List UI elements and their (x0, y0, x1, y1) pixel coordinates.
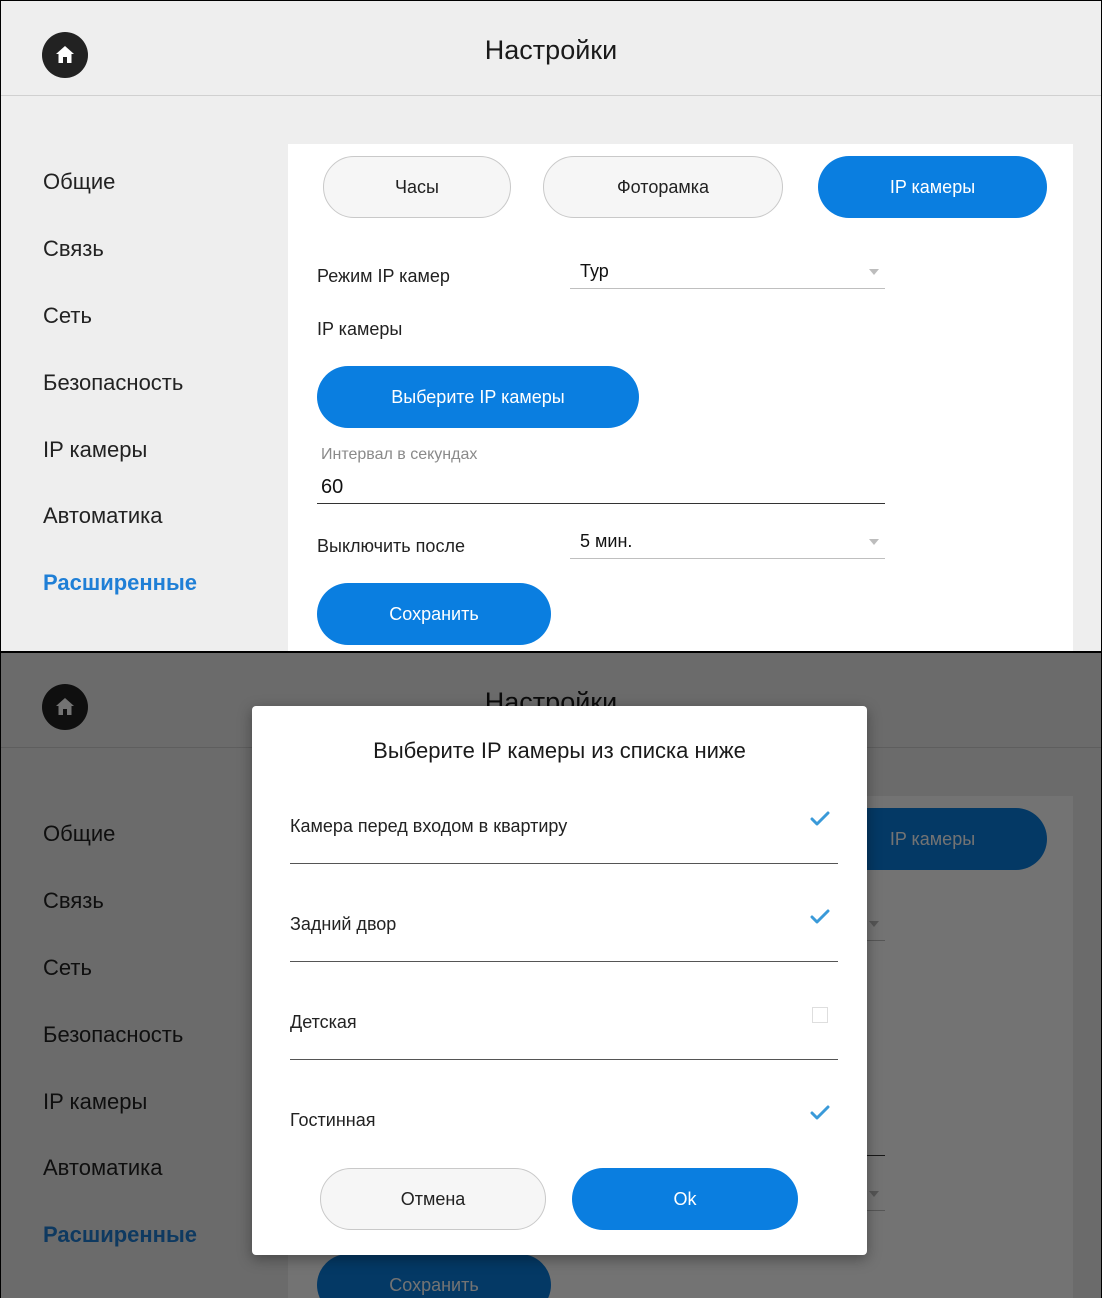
tab-ip-cameras[interactable]: IP камеры (818, 156, 1047, 218)
interval-hint: Интервал в секундах (321, 446, 478, 463)
camera-name: Задний двор (290, 914, 397, 934)
checkmark-icon (810, 909, 830, 924)
camera-name: Камера перед входом в квартиру (290, 816, 568, 836)
sidebar-item-advanced[interactable]: Расширенные (43, 570, 197, 596)
camera-row[interactable]: Задний двор (290, 902, 838, 962)
sidebar-item-network[interactable]: Сеть (43, 303, 92, 329)
sidebar-item-automation[interactable]: Автоматика (43, 503, 163, 529)
turn-off-label: Выключить после (317, 536, 465, 556)
camera-row[interactable]: Гостинная (290, 1098, 838, 1158)
settings-screen: Настройки Общие Связь Сеть Безопасность … (0, 0, 1102, 651)
cancel-button[interactable]: Отмена (320, 1168, 546, 1230)
mode-value: Тур (580, 261, 609, 281)
top-bar: Настройки (1, 1, 1101, 96)
interval-value: 60 (321, 476, 344, 498)
camera-row[interactable]: Детская (290, 1000, 838, 1060)
ok-button[interactable]: Ok (572, 1168, 798, 1230)
camera-row[interactable]: Камера перед входом в квартиру (290, 804, 838, 864)
checkmark-icon (810, 1105, 830, 1120)
mode-label: Режим IP камер (317, 266, 450, 286)
camera-select-dialog: Выберите IP камеры из списка ниже Камера… (252, 706, 867, 1255)
sidebar-item-general[interactable]: Общие (43, 169, 115, 195)
dialog-title: Выберите IP камеры из списка ниже (373, 738, 746, 763)
checkmark-icon (810, 811, 830, 826)
save-button[interactable]: Сохранить (317, 583, 551, 645)
tab-photo-frame[interactable]: Фоторамка (543, 156, 783, 218)
settings-canvas: Настройки Общие Связь Сеть Безопасность … (1, 653, 1101, 1298)
settings-screen-with-dialog: Настройки Общие Связь Сеть Безопасность … (0, 653, 1102, 1298)
cameras-label: IP камеры (317, 319, 403, 339)
sidebar-item-security[interactable]: Безопасность (43, 370, 183, 396)
checkbox-checked[interactable] (810, 1103, 830, 1123)
page-title: Настройки (484, 35, 618, 65)
select-cameras-button[interactable]: Выберите IP камеры (317, 366, 639, 428)
dropdown-arrow-icon (869, 539, 879, 545)
sidebar-item-communication[interactable]: Связь (43, 236, 104, 262)
turn-off-value: 5 мин. (580, 531, 633, 551)
checkbox-checked[interactable] (810, 907, 830, 927)
camera-name: Гостинная (290, 1110, 376, 1130)
settings-panel: Часы Фоторамка IP камеры Режим IP камер … (288, 144, 1073, 651)
interval-input[interactable]: 60 (317, 472, 885, 504)
camera-name: Детская (290, 1012, 357, 1032)
dropdown-arrow-icon (869, 269, 879, 275)
checkbox-unchecked[interactable] (812, 1007, 828, 1023)
turn-off-select[interactable]: 5 мин. (570, 531, 885, 559)
checkbox-checked[interactable] (810, 809, 830, 829)
mode-select[interactable]: Тур (570, 261, 885, 289)
settings-canvas: Настройки Общие Связь Сеть Безопасность … (1, 1, 1101, 651)
tab-clock[interactable]: Часы (323, 156, 511, 218)
sidebar-item-ip-cameras[interactable]: IP камеры (43, 437, 147, 463)
